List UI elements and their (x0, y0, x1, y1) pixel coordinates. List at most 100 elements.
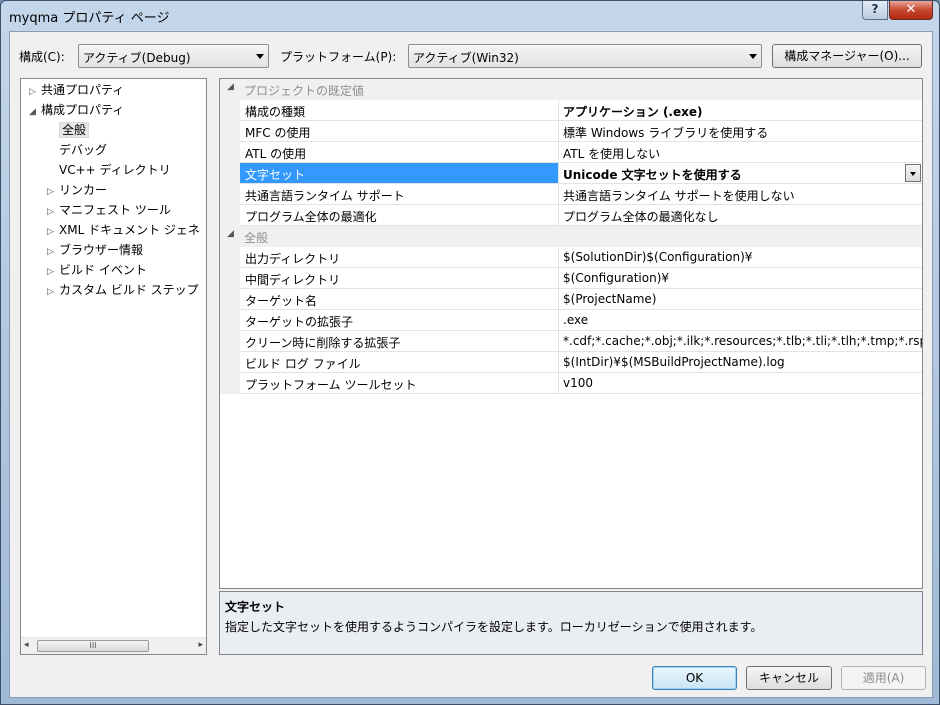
grid-category[interactable]: ◢ 全般 (220, 226, 922, 247)
row-gutter (220, 310, 240, 331)
expand-arrow-icon[interactable]: ▷ (47, 283, 59, 301)
tree-item-label: VC++ ディレクトリ (59, 163, 171, 177)
close-button[interactable]: ✕ (889, 1, 933, 20)
property-value-text: 標準 Windows ライブラリを使用する (563, 126, 769, 140)
expand-arrow-icon[interactable]: ▷ (47, 183, 59, 201)
property-value-text: .exe (563, 313, 589, 327)
property-value-text: プログラム全体の最適化なし (563, 210, 719, 224)
row-gutter (220, 331, 240, 352)
property-value[interactable]: Unicode 文字セットを使用する (559, 163, 922, 184)
property-value[interactable]: v100 (559, 373, 922, 394)
property-name[interactable]: 文字セット (240, 163, 559, 184)
config-select[interactable]: アクティブ(Debug) (78, 44, 269, 68)
tree-item-label: 構成プロパティ (41, 103, 125, 117)
tree-item[interactable]: ▷ ブラウザー情報 (47, 241, 143, 261)
collapse-arrow-icon[interactable]: ◢ (29, 103, 41, 121)
expand-arrow-icon[interactable]: ▷ (47, 203, 59, 221)
property-row[interactable]: ターゲット名 $(ProjectName) (220, 289, 922, 310)
tree-item[interactable]: デバッグ (59, 141, 107, 161)
property-name[interactable]: ビルド ログ ファイル (240, 352, 559, 373)
grid-category-label: プロジェクトの既定値 (244, 84, 365, 98)
property-value[interactable]: アプリケーション (.exe) (559, 100, 922, 121)
property-name[interactable]: プログラム全体の最適化 (240, 205, 559, 226)
scroll-right-icon[interactable]: ▸ (198, 640, 203, 650)
property-value[interactable]: $(ProjectName) (559, 289, 922, 310)
description-title: 文字セット (225, 600, 286, 614)
expand-arrow-icon[interactable]: ▷ (29, 83, 41, 101)
tree-item[interactable]: ▷ 共通プロパティ (29, 81, 124, 101)
tree-item[interactable]: ▷ マニフェスト ツール (47, 201, 171, 221)
title-bar[interactable]: myqma プロパティ ページ ? ✕ (1, 1, 939, 31)
value-dropdown-button[interactable] (905, 164, 921, 182)
property-value[interactable]: 標準 Windows ライブラリを使用する (559, 121, 922, 142)
platform-select-value: アクティブ(Win32) (413, 51, 519, 65)
property-row[interactable]: ターゲットの拡張子 .exe (220, 310, 922, 331)
tree-item-label: マニフェスト ツール (59, 203, 171, 217)
property-name[interactable]: プラットフォーム ツールセット (240, 373, 559, 394)
tree-item[interactable]: ◢ 構成プロパティ (29, 101, 124, 121)
property-value[interactable]: 共通言語ランタイム サポートを使用しない (559, 184, 922, 205)
expand-arrow-icon[interactable]: ▷ (47, 223, 59, 241)
help-button[interactable]: ? (862, 1, 888, 20)
property-row[interactable]: ATL の使用 ATL を使用しない (220, 142, 922, 163)
property-row[interactable]: MFC の使用 標準 Windows ライブラリを使用する (220, 121, 922, 142)
property-name[interactable]: クリーン時に削除する拡張子 (240, 331, 559, 352)
row-gutter (220, 142, 240, 163)
property-name[interactable]: ATL の使用 (240, 142, 559, 163)
property-name[interactable]: 出力ディレクトリ (240, 247, 559, 268)
row-gutter (220, 289, 240, 310)
tree-horizontal-scrollbar[interactable]: ◂ III ▸ (21, 637, 206, 654)
properties-window: myqma プロパティ ページ ? ✕ 構成(C): アクティブ(Debug) … (0, 0, 940, 705)
property-value[interactable]: ATL を使用しない (559, 142, 922, 163)
config-select-value: アクティブ(Debug) (83, 51, 191, 65)
property-value[interactable]: .exe (559, 310, 922, 331)
tree-item[interactable]: VC++ ディレクトリ (59, 161, 171, 181)
property-name[interactable]: MFC の使用 (240, 121, 559, 142)
ok-button[interactable]: OK (652, 666, 737, 690)
property-row[interactable]: ビルド ログ ファイル $(IntDir)¥$(MSBuildProjectNam… (220, 352, 922, 373)
tree-item[interactable]: 全般 (59, 121, 90, 141)
property-name[interactable]: 中間ディレクトリ (240, 268, 559, 289)
tree-item[interactable]: ▷ リンカー (47, 181, 107, 201)
property-name[interactable]: 構成の種類 (240, 100, 559, 121)
property-value[interactable]: $(SolutionDir)$(Configuration)¥ (559, 247, 922, 268)
property-row[interactable]: 中間ディレクトリ $(Configuration)¥ (220, 268, 922, 289)
property-value[interactable]: $(Configuration)¥ (559, 268, 922, 289)
property-row[interactable]: クリーン時に削除する拡張子 *.cdf;*.cache;*.obj;*.ilk;*… (220, 331, 922, 352)
expand-arrow-icon[interactable]: ▷ (47, 263, 59, 281)
grid-category[interactable]: ◢ プロジェクトの既定値 (220, 79, 922, 100)
description-panel: 文字セット 指定した文字セットを使用するようコンパイラを設定します。ローカリゼー… (219, 591, 923, 655)
apply-button[interactable]: 適用(A) (841, 666, 926, 690)
tree-item-label: XML ドキュメント ジェネ (59, 223, 200, 237)
property-name[interactable]: 共通言語ランタイム サポート (240, 184, 559, 205)
cancel-button[interactable]: キャンセル (746, 666, 832, 690)
row-gutter (220, 205, 240, 226)
collapse-arrow-icon[interactable]: ◢ (227, 229, 234, 239)
property-row[interactable]: プラットフォーム ツールセット v100 (220, 373, 922, 394)
tree-item[interactable]: ▷ XML ドキュメント ジェネ (47, 221, 200, 241)
platform-select[interactable]: アクティブ(Win32) (408, 44, 762, 68)
expand-arrow-icon[interactable]: ▷ (47, 243, 59, 261)
property-row[interactable]: プログラム全体の最適化 プログラム全体の最適化なし (220, 205, 922, 226)
tree-item[interactable]: ▷ カスタム ビルド ステップ (47, 281, 199, 301)
property-value-text: ATL を使用しない (563, 147, 661, 161)
scroll-thumb[interactable]: III (37, 640, 149, 652)
property-row[interactable]: 共通言語ランタイム サポート 共通言語ランタイム サポートを使用しない (220, 184, 922, 205)
property-row[interactable]: 出力ディレクトリ $(SolutionDir)$(Configuration)¥ (220, 247, 922, 268)
property-value[interactable]: プログラム全体の最適化なし (559, 205, 922, 226)
property-row[interactable]: 構成の種類 アプリケーション (.exe) (220, 100, 922, 121)
scroll-left-icon[interactable]: ◂ (24, 640, 29, 650)
config-label: 構成(C): (19, 50, 65, 64)
property-value-text: $(IntDir)¥$(MSBuildProjectName).log (563, 355, 785, 369)
tree-item[interactable]: ▷ ビルド イベント (47, 261, 147, 281)
config-manager-button[interactable]: 構成マネージャー(O)... (772, 44, 922, 68)
property-value[interactable]: *.cdf;*.cache;*.obj;*.ilk;*.resources;*.… (559, 331, 922, 352)
property-name[interactable]: ターゲットの拡張子 (240, 310, 559, 331)
property-row[interactable]: 文字セット Unicode 文字セットを使用する (220, 163, 922, 184)
property-value-text: アプリケーション (.exe) (563, 105, 703, 119)
collapse-arrow-icon[interactable]: ◢ (227, 82, 234, 92)
chevron-down-icon (256, 54, 264, 59)
property-value[interactable]: $(IntDir)¥$(MSBuildProjectName).log (559, 352, 922, 373)
chevron-down-icon (910, 172, 916, 176)
property-name[interactable]: ターゲット名 (240, 289, 559, 310)
